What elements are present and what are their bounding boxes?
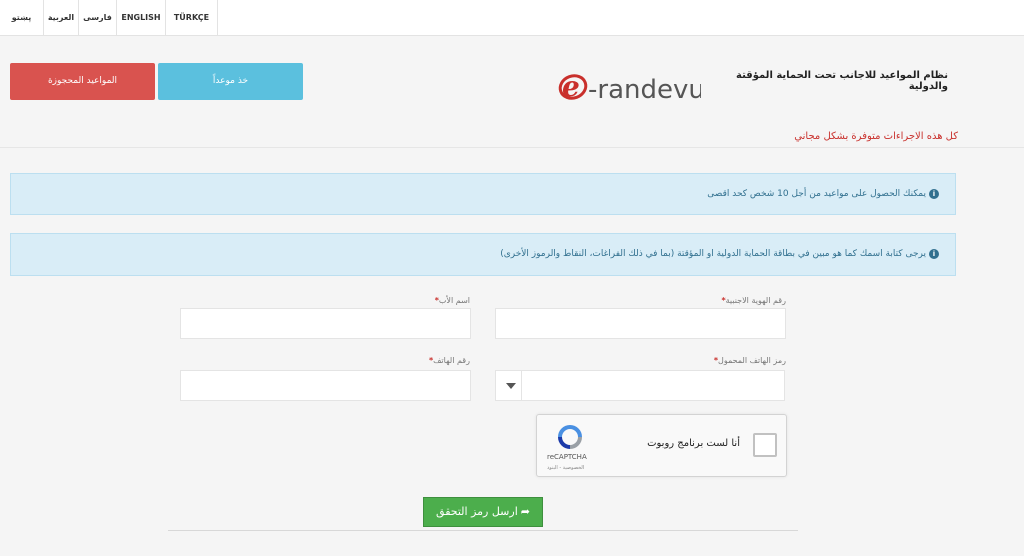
phone-number-label: رقم الهاتف*	[428, 356, 470, 365]
svg-text:-randevu: -randevu	[588, 75, 701, 105]
language-bar: پښتو العربية فارسی ENGLISH TÜRKÇE	[0, 0, 1024, 36]
lang-english[interactable]: ENGLISH	[117, 0, 166, 36]
recaptcha-brand: reCAPTCHA	[547, 453, 587, 461]
arrow-right-icon: ➦	[520, 505, 530, 518]
send-verification-code-button[interactable]: ➦ارسل رمز التحقق	[423, 497, 543, 527]
info-icon: i	[929, 248, 939, 259]
book-appointment-button[interactable]: خذ موعداً	[158, 63, 303, 100]
phone-number-input[interactable]	[180, 370, 471, 401]
info-icon: i	[929, 188, 939, 199]
foreign-id-label: رقم الهوية الاجنبية*	[721, 296, 786, 305]
info-alert-max-persons: iيمكنك الحصول على مواعيد من أجل 10 شخص ك…	[10, 173, 956, 215]
divider	[0, 147, 1024, 148]
recaptcha-label: أنا لست برنامج روبوت	[647, 438, 740, 449]
foreign-id-input[interactable]	[495, 308, 786, 339]
info-alert-name-format: iيرجى كتابة اسمك كما هو مبين في بطاقة ال…	[10, 233, 956, 276]
system-title: نظام المواعيد للاجانب تحت الحماية المؤقت…	[736, 70, 948, 92]
father-name-input[interactable]	[180, 308, 471, 339]
lang-turkish[interactable]: TÜRKÇE	[166, 0, 218, 36]
recaptcha-terms-link[interactable]: الخصوصية - البنود	[547, 465, 584, 471]
chevron-down-icon	[506, 383, 516, 389]
svg-text:e: e	[562, 70, 580, 103]
e-randevu-logo: e -randevu	[556, 66, 705, 106]
phone-code-label: رمز الهاتف المحمول*	[713, 356, 786, 365]
free-notice: كل هذه الاجراءات متوفرة بشكل مجاني	[794, 131, 958, 142]
bottom-divider	[168, 530, 798, 531]
reserved-appointments-button[interactable]: المواعيد المحجوزة	[10, 63, 155, 100]
lang-pashto[interactable]: پښتو	[0, 0, 44, 36]
lang-farsi[interactable]: فارسی	[79, 0, 117, 36]
recaptcha-widget: أنا لست برنامج روبوت reCAPTCHA الخصوصية …	[536, 414, 787, 477]
father-name-label: اسم الأب*	[434, 296, 470, 305]
recaptcha-checkbox[interactable]	[753, 433, 777, 457]
lang-arabic[interactable]: العربية	[44, 0, 79, 36]
phone-code-select[interactable]	[495, 370, 785, 401]
recaptcha-icon	[558, 425, 582, 449]
